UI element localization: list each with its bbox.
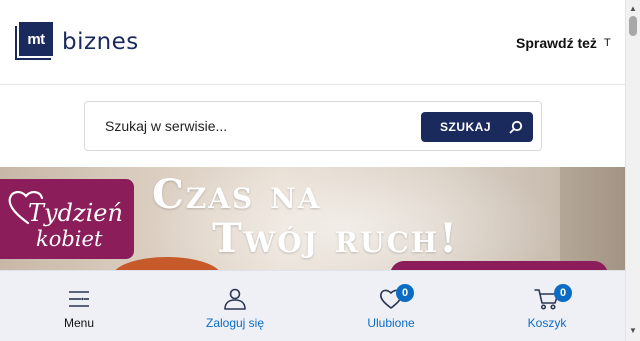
check-also-next-item[interactable]: T <box>604 37 611 49</box>
site-header: mt biznes Sprawdź też T <box>0 0 625 85</box>
promo-banner[interactable]: Tydzień kobiet Czas na Twój ruch! <box>0 167 625 272</box>
check-also-link[interactable]: Sprawdź też <box>516 35 597 51</box>
nav-item-cart[interactable]: 0 Koszyk <box>492 284 602 330</box>
logo-mark: mt <box>15 22 55 62</box>
page: mt biznes Sprawdź też T Szukaj w serwisi… <box>0 0 640 341</box>
favorites-count-badge: 0 <box>396 284 414 302</box>
nav-label-menu: Menu <box>63 316 95 330</box>
cart-icon-wrap: 0 <box>534 284 572 311</box>
scroll-up-arrow-icon[interactable]: ▲ <box>629 4 637 13</box>
favorites-icon-wrap: 0 <box>378 284 414 311</box>
nav-item-login[interactable]: Zaloguj się <box>180 287 290 330</box>
cart-count-badge: 0 <box>554 284 572 302</box>
search-input[interactable]: Szukaj w serwisie... <box>105 118 227 134</box>
scrollbar-thumb[interactable] <box>629 16 637 36</box>
search-button[interactable]: SZUKAJ <box>421 112 533 142</box>
badge-line-1: Tydzień <box>28 199 123 227</box>
vertical-scrollbar[interactable]: ▲ ▼ <box>625 0 640 341</box>
nav-label-cart: Koszyk <box>527 316 567 330</box>
search-bar: Szukaj w serwisie... SZUKAJ <box>84 101 542 151</box>
banner-curtain <box>560 167 625 272</box>
banner-headline-line-2: Twój ruch! <box>212 215 459 262</box>
badge-line-2: kobiet <box>36 227 103 251</box>
scroll-down-arrow-icon[interactable]: ▼ <box>629 326 637 335</box>
nav-label-favorites: Ulubione <box>367 316 415 330</box>
search-icon <box>509 120 523 134</box>
nav-item-menu[interactable]: Menu <box>24 287 134 330</box>
search-button-label: SZUKAJ <box>440 120 492 134</box>
banner-headline-line-1: Czas na <box>152 171 322 218</box>
mt-biznes-logo[interactable]: mt biznes <box>15 22 139 62</box>
menu-icon <box>69 291 89 307</box>
nav-item-favorites[interactable]: 0 Ulubione <box>336 284 446 330</box>
womens-week-badge: Tydzień kobiet <box>0 179 134 259</box>
bottom-navigation: Menu Zaloguj się 0 Ulubione 0 Koszyk <box>0 270 625 341</box>
nav-label-login: Zaloguj się <box>205 316 265 330</box>
logo-text: biznes <box>62 29 139 55</box>
logo-mark-text: mt <box>19 22 53 56</box>
user-icon <box>224 288 246 310</box>
